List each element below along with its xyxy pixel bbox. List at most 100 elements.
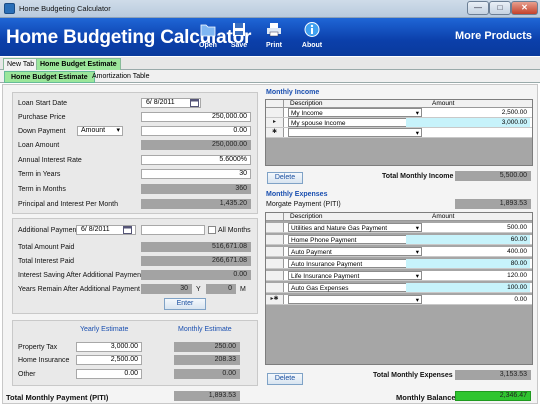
save-button[interactable]: Save xyxy=(222,22,256,54)
expense-row[interactable]: Auto Insurance Payment 80.00 xyxy=(266,259,532,269)
about-label: About xyxy=(301,42,323,49)
total-interest-label: Total Interest Paid xyxy=(18,258,75,265)
expense-amount-cell[interactable]: 60.00 xyxy=(406,235,530,244)
expense-desc-select[interactable]: Auto Payment xyxy=(288,247,422,257)
loan-amount-label: Loan Amount xyxy=(18,142,60,149)
expense-row[interactable]: Life Insurance Payment 120.00 xyxy=(266,271,532,281)
interest-saving-label: Interest Saving After Additional Payment xyxy=(18,272,143,279)
property-tax-yearly-input[interactable]: 3,000.00 xyxy=(76,342,142,352)
loan-panel xyxy=(12,92,258,214)
mortgage-payment-label: Morgate Payment (PITI) xyxy=(266,201,341,208)
total-piti-label: Total Monthly Payment (PITI) xyxy=(6,393,109,402)
total-interest-value: 266,671.08 xyxy=(141,256,251,266)
mortgage-payment-value: 1,893.53 xyxy=(455,199,531,209)
calendar-icon[interactable] xyxy=(123,226,132,234)
app-header: Home Budgeting Calculator Open Save Prin… xyxy=(0,18,540,56)
additional-payment-input[interactable] xyxy=(141,225,205,235)
expense-row[interactable]: Auto Gas Expenses 100.00 xyxy=(266,283,532,293)
enter-button[interactable]: Enter xyxy=(164,298,206,310)
income-desc-select[interactable] xyxy=(288,128,422,138)
expense-row[interactable]: Auto Payment 400.00 xyxy=(266,247,532,257)
total-paid-value: 516,671.08 xyxy=(141,242,251,252)
monthly-balance-label: Monthly Balance xyxy=(396,393,456,402)
tab-estimate[interactable]: Home Budget Estimate xyxy=(4,71,95,83)
maximize-button[interactable]: □ xyxy=(489,1,511,15)
expenses-desc-col: Description xyxy=(290,213,323,220)
down-payment-mode-select[interactable]: Amount xyxy=(77,126,123,136)
tab-amortization[interactable]: Amortization Table xyxy=(86,71,155,83)
home-insurance-label: Home Insurance xyxy=(18,357,70,364)
interest-saving-value: 0.00 xyxy=(141,270,251,280)
window-title: Home Budgeting Calculator xyxy=(19,4,111,13)
income-amount-cell[interactable] xyxy=(406,128,530,137)
all-months-label: All Months xyxy=(218,227,251,234)
monthly-expenses-title: Monthly Expenses xyxy=(266,191,328,198)
all-months-checkbox[interactable] xyxy=(208,226,216,234)
expense-amount-cell[interactable]: 400.00 xyxy=(406,247,530,256)
years-remain-value: 30 xyxy=(141,284,192,294)
term-months-label: Term in Months xyxy=(18,186,66,193)
property-tax-monthly-value: 250.00 xyxy=(174,342,240,352)
more-products-link[interactable]: More Products xyxy=(455,30,532,42)
document-tabs: New Tab Home Budget Estimate xyxy=(0,57,540,70)
open-button[interactable]: Open xyxy=(191,22,225,54)
income-amount-cell[interactable]: 3,000.00 xyxy=(406,118,530,127)
income-amount-col: Amount xyxy=(432,100,455,107)
income-delete-button[interactable]: Delete xyxy=(267,172,303,184)
yearly-estimate-header: Yearly Estimate xyxy=(80,326,129,333)
close-button[interactable]: ✕ xyxy=(511,1,538,15)
loan-start-label: Loan Start Date xyxy=(18,100,68,107)
calendar-icon[interactable] xyxy=(190,99,199,107)
months-unit: M xyxy=(240,286,246,293)
down-payment-label: Down Payment xyxy=(18,128,66,135)
monthly-balance-value: 2,346.47 xyxy=(455,391,531,401)
other-yearly-input[interactable]: 0.00 xyxy=(76,369,142,379)
total-expenses-label: Total Monthly Expenses xyxy=(373,372,453,379)
expense-amount-cell[interactable]: 80.00 xyxy=(406,259,530,268)
expenses-delete-button[interactable]: Delete xyxy=(267,373,303,385)
years-unit: Y xyxy=(196,286,201,293)
purchase-price-input[interactable]: 250,000.00 xyxy=(141,112,251,122)
expense-new-row[interactable]: ▸✱ 0.00 xyxy=(266,295,532,305)
home-insurance-yearly-input[interactable]: 2,500.00 xyxy=(76,355,142,365)
term-years-input[interactable]: 30 xyxy=(141,169,251,179)
open-label: Open xyxy=(199,42,217,49)
print-button[interactable]: Print xyxy=(257,22,291,54)
income-row[interactable]: My Income 2,500.00 xyxy=(266,108,532,118)
minimize-button[interactable]: — xyxy=(467,1,489,15)
income-desc-select[interactable]: My Income xyxy=(288,108,422,118)
expense-amount-cell[interactable]: 100.00 xyxy=(406,283,530,292)
interest-rate-label: Annual Interest Rate xyxy=(18,157,82,164)
income-grid: Description Amount My Income 2,500.00 ▸ … xyxy=(265,99,533,166)
expense-amount-cell[interactable]: 500.00 xyxy=(406,223,530,232)
expense-desc-select[interactable]: Auto Gas Expenses xyxy=(288,283,422,293)
printer-icon xyxy=(267,23,281,37)
expense-desc-select[interactable]: Home Phone Payment xyxy=(288,235,422,245)
expense-row[interactable]: Home Phone Payment 60.00 xyxy=(266,235,532,245)
interest-rate-input[interactable]: 5.6000% xyxy=(141,155,251,165)
expense-desc-select[interactable] xyxy=(288,295,422,305)
other-monthly-value: 0.00 xyxy=(174,369,240,379)
income-grid-header: Description Amount xyxy=(266,100,532,108)
income-amount-cell[interactable]: 2,500.00 xyxy=(406,108,530,117)
expense-desc-select[interactable]: Utilities and Nature Gas Payment xyxy=(288,223,422,233)
income-new-row[interactable]: ✱ xyxy=(266,128,532,138)
total-paid-label: Total Amount Paid xyxy=(18,244,75,251)
expense-amount-cell[interactable]: 0.00 xyxy=(406,295,530,304)
total-piti-value: 1,893.53 xyxy=(174,391,240,401)
about-button[interactable]: About xyxy=(295,22,329,54)
term-months-value: 360 xyxy=(141,184,251,194)
expense-desc-select[interactable]: Life Insurance Payment xyxy=(288,271,422,281)
years-remain-label: Years Remain After Additional Payment xyxy=(18,286,140,293)
additional-payment-label: Additional Payment xyxy=(18,227,79,234)
tab-new-tab[interactable]: New Tab xyxy=(3,58,39,70)
income-desc-select[interactable]: My spouse Income xyxy=(288,118,422,128)
print-label: Print xyxy=(266,42,282,49)
expense-desc-select[interactable]: Auto Insurance Payment xyxy=(288,259,422,269)
expense-amount-cell[interactable]: 120.00 xyxy=(406,271,530,280)
down-payment-input[interactable]: 0.00 xyxy=(141,126,251,136)
expense-row[interactable]: Utilities and Nature Gas Payment 500.00 xyxy=(266,223,532,233)
floppy-disk-icon xyxy=(233,23,245,36)
income-row[interactable]: ▸ My spouse Income 3,000.00 xyxy=(266,118,532,128)
tab-home-budget-estimate[interactable]: Home Budget Estimate xyxy=(36,58,121,70)
